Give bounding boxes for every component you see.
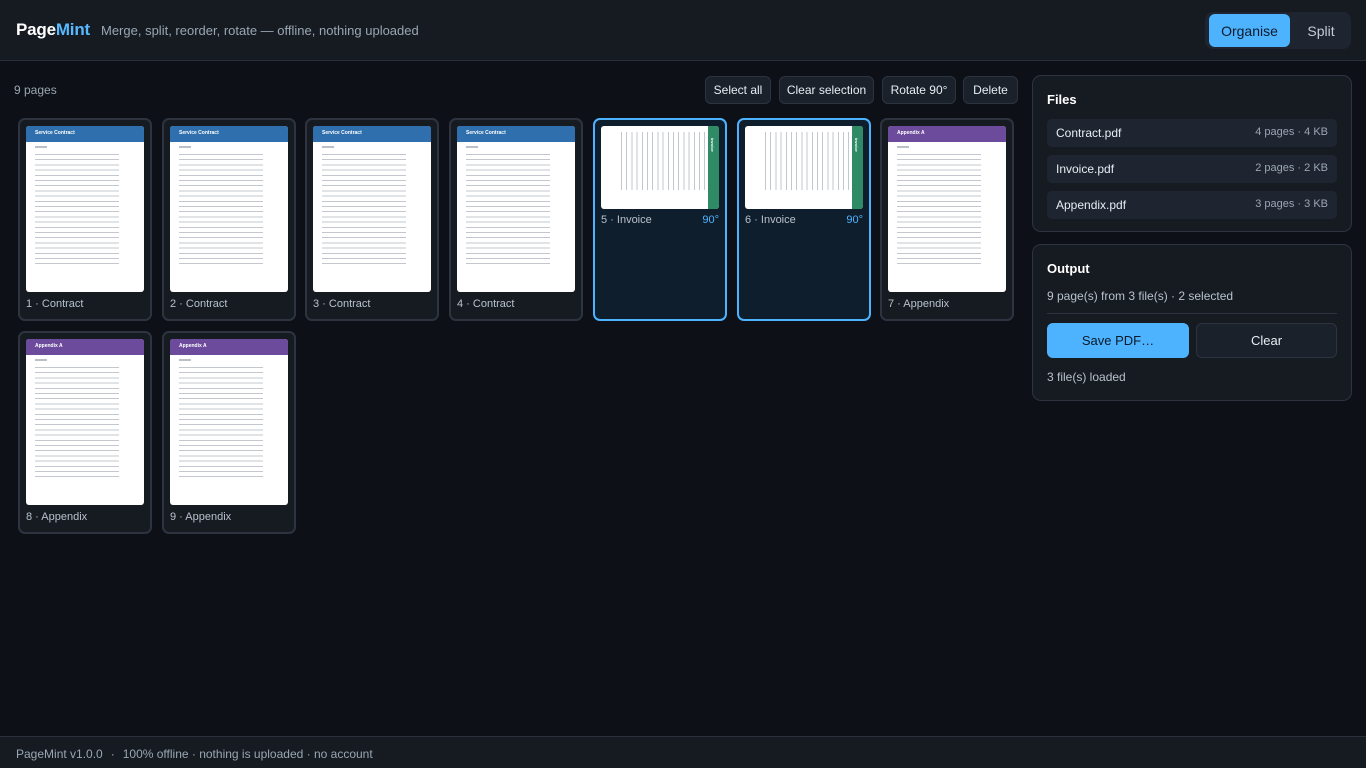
page-thumbnail: Service Contract (457, 126, 575, 292)
page-header-band: Invoice (708, 126, 719, 209)
mode-switch: Organise Split (1205, 12, 1351, 49)
page-label: 9 · Appendix (170, 511, 232, 523)
page-label: 6 · Invoice (745, 214, 796, 226)
page-header-band: Service Contract (313, 126, 431, 142)
page-thumbnail: Service Contract (313, 126, 431, 292)
page-header-band: Service Contract (457, 126, 575, 142)
files-panel-title: Files (1047, 92, 1077, 107)
clear-button[interactable]: Clear (1196, 323, 1337, 358)
page-thumbnail-rotated: Invoice (601, 126, 719, 209)
page-card[interactable]: Appendix A 9 · Appendix (162, 331, 296, 534)
page-label: 4 · Contract (457, 298, 515, 310)
page-label: 8 · Appendix (26, 511, 88, 523)
file-name: Appendix.pdf (1056, 198, 1127, 212)
file-row[interactable]: Invoice.pdf 2 pages · 2 KB (1047, 155, 1337, 183)
file-row[interactable]: Contract.pdf 4 pages · 4 KB (1047, 119, 1337, 147)
delete-button[interactable]: Delete (963, 76, 1018, 104)
page-label: 5 · Invoice (601, 214, 652, 226)
rotation-badge: 90° (846, 214, 863, 226)
page-header-band: Appendix A (888, 126, 1006, 142)
rotation-badge: 90° (702, 214, 719, 226)
file-meta: 3 pages · 3 KB (1255, 198, 1328, 210)
app-tagline: Merge, split, reorder, rotate — offline,… (101, 23, 419, 38)
app-version: PageMint v1.0.0 (16, 747, 103, 761)
page-header-band: Invoice (852, 126, 863, 209)
page-header-band: Service Contract (170, 126, 288, 142)
page-label: 2 · Contract (170, 298, 228, 310)
page-card-selected[interactable]: Invoice 6 · Invoice 90° (737, 118, 871, 321)
app-header: PageMint Merge, split, reorder, rotate —… (0, 0, 1366, 61)
offline-notice: 100% offline · nothing is uploaded · no … (122, 747, 373, 761)
page-thumbnail: Service Contract (170, 126, 288, 292)
files-loaded-status: 3 file(s) loaded (1047, 370, 1126, 384)
page-header-band: Service Contract (26, 126, 144, 142)
status-bar: PageMint v1.0.0 · 100% offline · nothing i… (0, 736, 1366, 768)
page-thumbnail: Appendix A (170, 339, 288, 505)
page-card[interactable]: Service Contract 4 · Contract (449, 118, 583, 321)
footer-separator: · (110, 747, 115, 761)
page-thumbnail: Service Contract (26, 126, 144, 292)
file-meta: 2 pages · 2 KB (1255, 162, 1328, 174)
clear-selection-button[interactable]: Clear selection (779, 76, 874, 104)
file-meta: 4 pages · 4 KB (1255, 126, 1328, 138)
output-summary: 9 page(s) from 3 file(s) · 2 selected (1047, 289, 1234, 303)
tab-organise[interactable]: Organise (1209, 14, 1290, 47)
page-thumbnail: Appendix A (888, 126, 1006, 292)
page-header-band: Appendix A (170, 339, 288, 355)
page-card[interactable]: Service Contract 2 · Contract (162, 118, 296, 321)
page-label: 1 · Contract (26, 298, 84, 310)
page-card-selected[interactable]: Invoice 5 · Invoice 90° (593, 118, 727, 321)
page-card[interactable]: Appendix A 7 · Appendix (880, 118, 1014, 321)
output-panel-title: Output (1047, 261, 1090, 276)
tab-split[interactable]: Split (1294, 14, 1348, 47)
files-panel: Files Contract.pdf 4 pages · 4 KB Invoic… (1032, 75, 1352, 232)
page-thumbnail-rotated: Invoice (745, 126, 863, 209)
page-count: 9 pages (14, 83, 57, 97)
file-name: Contract.pdf (1056, 126, 1122, 140)
file-row[interactable]: Appendix.pdf 3 pages · 3 KB (1047, 191, 1337, 219)
save-pdf-button[interactable]: Save PDF… (1047, 323, 1189, 358)
output-panel: Output 9 page(s) from 3 file(s) · 2 sele… (1032, 244, 1352, 401)
page-header-band: Appendix A (26, 339, 144, 355)
rotate-button[interactable]: Rotate 90° (882, 76, 956, 104)
app-logo: PageMint (16, 20, 90, 39)
page-thumbnail: Appendix A (26, 339, 144, 505)
file-name: Invoice.pdf (1056, 162, 1115, 176)
page-label: 3 · Contract (313, 298, 371, 310)
page-card[interactable]: Service Contract 1 · Contract (18, 118, 152, 321)
page-card[interactable]: Service Contract 3 · Contract (305, 118, 439, 321)
select-all-button[interactable]: Select all (705, 76, 771, 104)
page-label: 7 · Appendix (888, 298, 950, 310)
divider (1047, 313, 1337, 314)
page-card[interactable]: Appendix A 8 · Appendix (18, 331, 152, 534)
